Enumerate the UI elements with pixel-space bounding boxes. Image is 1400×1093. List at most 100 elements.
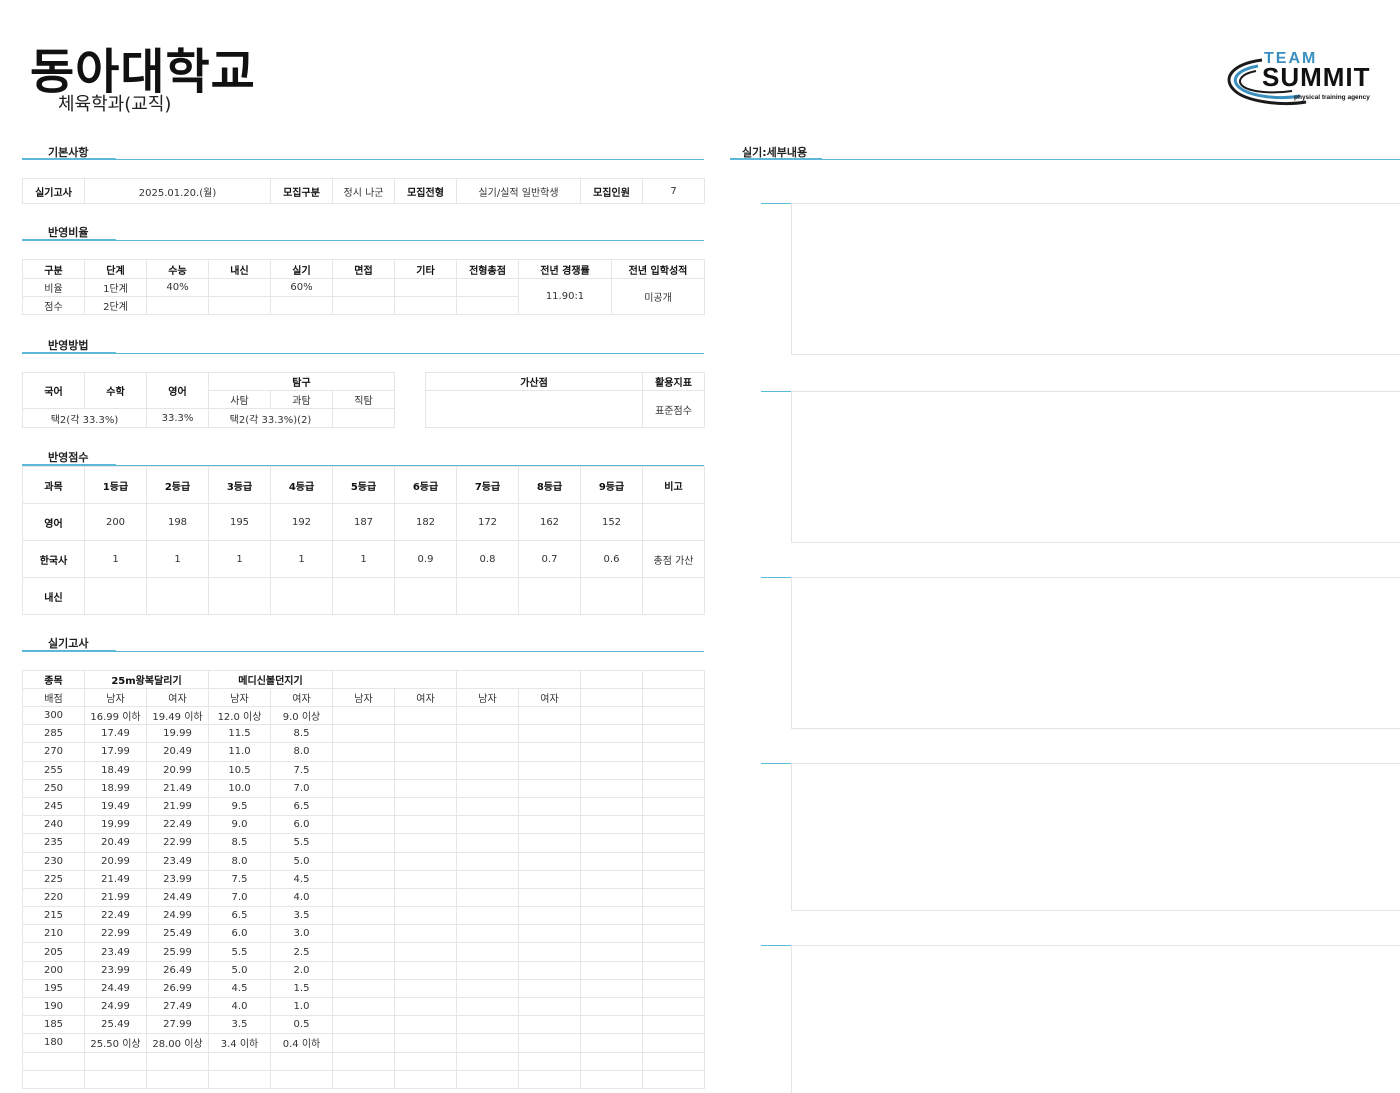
practical-cell xyxy=(394,960,457,980)
score-cell xyxy=(518,577,581,615)
practical-cell: 24.99 xyxy=(146,906,209,926)
ratio-cell xyxy=(146,296,209,315)
bonus-value xyxy=(425,390,643,428)
practical-cell: 5.0 xyxy=(270,851,333,871)
practical-cell xyxy=(580,1051,643,1071)
practical-cell xyxy=(394,1051,457,1071)
ratio-cell: 60% xyxy=(270,278,333,297)
practical-cell xyxy=(642,978,705,999)
ratio-cell xyxy=(208,278,271,297)
practical-cell: 20.99 xyxy=(84,851,147,871)
practical-cell xyxy=(518,1015,581,1035)
practical-score: 215 xyxy=(22,906,85,926)
score-header: 2등급 xyxy=(146,466,209,504)
section-detail-line xyxy=(730,159,1400,160)
practical-cell: 21.99 xyxy=(84,887,147,908)
practical-cell xyxy=(518,796,581,817)
practical-cell: 18.49 xyxy=(84,760,147,780)
practical-cell xyxy=(456,742,519,762)
practical-cell xyxy=(332,1015,395,1035)
practical-cell xyxy=(642,942,705,962)
practical-gender: 남자 xyxy=(456,688,519,707)
practical-cell xyxy=(394,906,457,926)
score-cell xyxy=(84,577,147,615)
practical-cell: 26.49 xyxy=(146,960,209,980)
practical-score: 200 xyxy=(22,960,85,980)
practical-cell xyxy=(146,1069,209,1089)
practical-cell xyxy=(580,833,643,853)
practical-event-name xyxy=(456,670,581,689)
section-method-title: 반영방법 xyxy=(48,339,89,352)
practical-cell: 17.99 xyxy=(84,742,147,762)
section-detail-accent xyxy=(730,158,822,160)
competition-rate-value: 11.90:1 xyxy=(518,278,612,315)
exam-date-label: 실기고사 xyxy=(22,178,85,204)
practical-cell xyxy=(518,724,581,744)
recruit-track-label: 모집전형 xyxy=(394,178,457,204)
practical-cell xyxy=(456,887,519,908)
practical-cell xyxy=(394,869,457,889)
practical-cell: 4.5 xyxy=(270,869,333,889)
practical-cell xyxy=(456,724,519,744)
practical-cell xyxy=(84,1069,147,1089)
practical-cell xyxy=(642,906,705,926)
score-header: 8등급 xyxy=(518,466,581,504)
practical-cell: 1.5 xyxy=(270,978,333,999)
practical-cell xyxy=(642,1033,705,1053)
practical-cell xyxy=(642,760,705,780)
practical-cell xyxy=(394,996,457,1017)
score-row: 영어 200 198 195 192 187 182 172 162 152 xyxy=(22,503,705,541)
practical-cell xyxy=(332,942,395,962)
practical-cell xyxy=(456,705,519,726)
ratio-cell: 비율 xyxy=(22,278,85,297)
practical-score xyxy=(22,1051,85,1071)
practical-cell: 7.5 xyxy=(208,869,271,889)
practical-cell xyxy=(518,705,581,726)
score-header: 5등급 xyxy=(332,466,395,504)
practical-cell xyxy=(642,742,705,762)
practical-cell: 11.0 xyxy=(208,742,271,762)
practical-cell: 8.0 xyxy=(270,742,333,762)
practical-cell: 17.49 xyxy=(84,724,147,744)
practical-cell: 22.49 xyxy=(84,906,147,926)
score-cell: 1 xyxy=(146,540,209,578)
practical-cell xyxy=(642,887,705,908)
practical-cell xyxy=(518,869,581,889)
score-cell: 0.7 xyxy=(518,540,581,578)
practical-cell xyxy=(456,906,519,926)
practical-cell: 23.99 xyxy=(84,960,147,980)
bonus-table: 가산점 활용지표 표준점수 xyxy=(425,372,705,428)
score-subject: 영어 xyxy=(22,503,85,541)
score-row: 내신 xyxy=(22,577,705,615)
ratio-cell: 40% xyxy=(146,278,209,297)
practical-score: 300 xyxy=(22,705,85,726)
score-cell: 192 xyxy=(270,503,333,541)
section-practical-title: 실기고사 xyxy=(48,637,89,650)
practical-score: 230 xyxy=(22,851,85,871)
practical-cell xyxy=(270,1069,333,1089)
practical-cell: 24.49 xyxy=(146,887,209,908)
score-cell: 0.6 xyxy=(580,540,643,578)
practical-cell xyxy=(456,996,519,1017)
practical-gender: 여자 xyxy=(146,688,209,707)
ratio-cell xyxy=(394,296,457,315)
practical-cell: 7.0 xyxy=(208,887,271,908)
practical-cell xyxy=(518,906,581,926)
method-inquiry-value: 택2(각 33.3%)(2) xyxy=(208,408,333,428)
recruit-count-label: 모집인원 xyxy=(580,178,643,204)
ratio-cell: 1단계 xyxy=(84,278,147,297)
practical-event-name: 25m왕복달리기 xyxy=(84,670,209,689)
ratio-header-1: 단계 xyxy=(84,259,147,279)
practical-cell: 27.49 xyxy=(146,996,209,1017)
practical-score: 270 xyxy=(22,742,85,762)
practical-cell: 16.99 이하 xyxy=(84,705,147,726)
practical-cell xyxy=(580,778,643,798)
method-social-header: 사탐 xyxy=(208,390,271,409)
practical-cell xyxy=(146,1051,209,1071)
practical-cell xyxy=(580,887,643,908)
practical-score-table: 종목 25m왕복달리기 메디신볼던지기 배점 남자 여자 남자 여자 남자 여자… xyxy=(22,670,705,1089)
practical-cell xyxy=(642,1069,705,1089)
ratio-table: 구분 단계 수능 내신 실기 면접 기타 전형총점 전년 경쟁률 전년 입학성적… xyxy=(22,259,705,315)
practical-cell: 23.49 xyxy=(84,942,147,962)
score-cell: 152 xyxy=(580,503,643,541)
